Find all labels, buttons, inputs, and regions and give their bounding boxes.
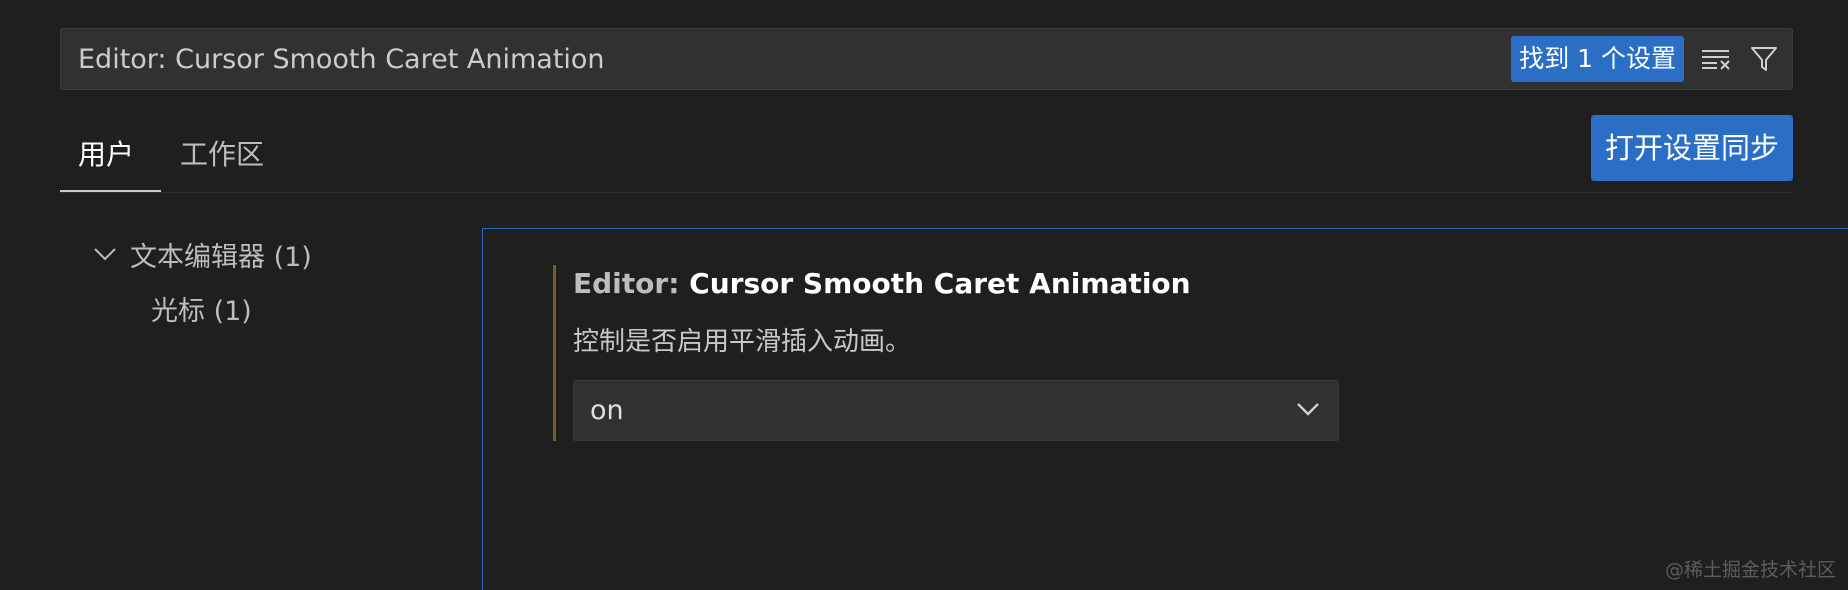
settings-scope-tabs: 用户 工作区 打开设置同步 <box>60 115 1793 193</box>
setting-description: 控制是否启用平滑插入动画。 <box>573 327 912 357</box>
turn-on-settings-sync-button[interactable]: 打开设置同步 <box>1590 115 1793 181</box>
tab-user[interactable]: 用户 <box>78 133 134 177</box>
setting-title: Editor: Cursor Smooth Caret Animation <box>573 267 1191 300</box>
setting-name: Cursor Smooth Caret Animation <box>689 267 1191 300</box>
modified-indicator <box>553 265 556 441</box>
clear-filter-icon[interactable] <box>1696 39 1736 79</box>
settings-search-bar: 找到 1 个设置 <box>60 28 1793 90</box>
watermark: @稀土掘金技术社区 <box>1664 559 1836 581</box>
tree-item-label: 光标 (1) <box>151 295 252 327</box>
chevron-down-icon <box>1296 401 1320 421</box>
setting-item-cursor-smooth-caret-animation: Editor: Cursor Smooth Caret Animation 控制… <box>553 265 1353 441</box>
setting-value-dropdown[interactable]: on <box>573 380 1339 441</box>
filter-icon[interactable] <box>1744 39 1784 79</box>
settings-toc-tree: 文本编辑器 (1) 光标 (1) <box>90 232 312 330</box>
dropdown-selected-value: on <box>590 395 624 426</box>
tree-item-text-editor[interactable]: 文本编辑器 (1) <box>90 232 312 276</box>
search-results-badge: 找到 1 个设置 <box>1511 36 1684 82</box>
tree-item-label: 文本编辑器 (1) <box>130 241 312 273</box>
tab-workspace[interactable]: 工作区 <box>180 133 264 177</box>
active-tab-indicator <box>60 190 161 192</box>
tree-item-cursor[interactable]: 光标 (1) <box>90 286 312 330</box>
chevron-down-icon <box>90 239 120 269</box>
settings-list-panel: Editor: Cursor Smooth Caret Animation 控制… <box>482 228 1848 590</box>
setting-category: Editor: <box>573 267 690 300</box>
settings-editor: 找到 1 个设置 用户 工作区 打开设置同步 <box>0 0 1848 590</box>
settings-search-input[interactable] <box>61 29 1512 89</box>
